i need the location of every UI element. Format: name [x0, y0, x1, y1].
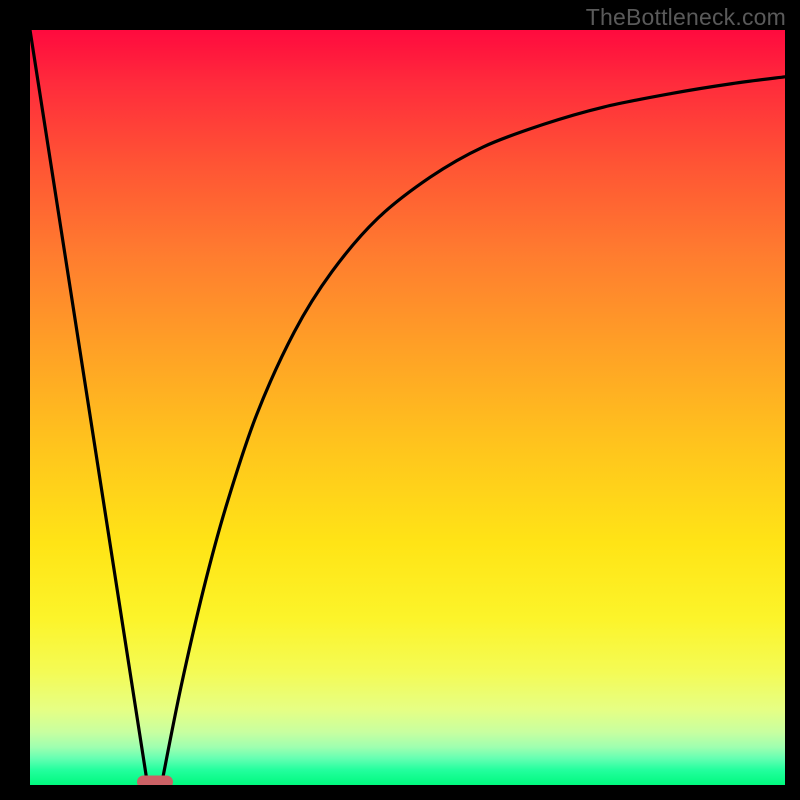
curve-left-leg: [30, 30, 147, 781]
chart-frame: TheBottleneck.com: [0, 0, 800, 800]
curve-layer: [30, 30, 785, 785]
watermark-text: TheBottleneck.com: [586, 4, 786, 31]
min-marker-pill: [137, 775, 173, 785]
curve-right-leg: [162, 77, 785, 781]
plot-area: [30, 30, 785, 785]
